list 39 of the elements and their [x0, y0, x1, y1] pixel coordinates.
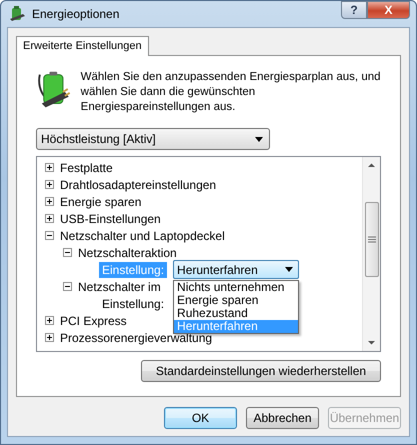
restore-defaults-button[interactable]: Standardeinstellungen wiederherstellen [141, 360, 381, 382]
plan-dropdown[interactable]: Höchstleistung [Aktiv] [36, 128, 270, 150]
dialog-button[interactable]: OK [164, 407, 237, 429]
expand-icon[interactable] [45, 163, 54, 172]
setting-label[interactable]: Einstellung: [99, 296, 168, 312]
expand-icon[interactable] [45, 180, 54, 189]
collapse-icon[interactable] [63, 248, 72, 257]
expand-icon[interactable] [45, 333, 54, 342]
tree-item[interactable]: Netzschalter und Laptopdeckel [60, 228, 225, 242]
power-plug-icon [9, 6, 26, 22]
tab[interactable]: Erweiterte Einstellungen [16, 36, 149, 56]
tree-item[interactable]: Energie sparen [60, 194, 142, 208]
scrollbar[interactable] [362, 157, 380, 351]
setting-dropdown[interactable]: Herunterfahren [173, 260, 300, 279]
window-title: Energieoptionen [32, 7, 120, 21]
tree-item[interactable]: USB-Einstellungen [60, 212, 161, 226]
tree-item[interactable]: Prozessorenergieverwaltung [60, 330, 212, 344]
battery-plug-icon [36, 70, 71, 110]
tree-item[interactable]: Drahtlosadaptereinstellungen [60, 178, 216, 192]
tree-item[interactable]: Netzschalteraktion [78, 246, 177, 260]
dropdown-option[interactable]: Energie sparen [174, 294, 298, 307]
help-button[interactable]: ? [341, 1, 367, 19]
dropdown-arrow-icon [255, 136, 263, 142]
collapse-icon[interactable] [63, 282, 72, 291]
expand-icon[interactable] [45, 197, 54, 206]
dialog-button[interactable]: Abbrechen [246, 407, 319, 429]
tree-item[interactable]: Netzschalter im [78, 280, 161, 294]
collapse-icon[interactable] [45, 231, 54, 240]
tree-item[interactable]: Festplatte [60, 160, 113, 174]
dropdown-option[interactable]: Ruhezustand [174, 307, 298, 320]
grip-icon [368, 236, 376, 243]
expand-icon[interactable] [45, 214, 54, 223]
dropdown-option[interactable]: Nichts unternehmen [174, 281, 298, 294]
close-button[interactable]: X [367, 1, 410, 19]
expand-icon[interactable] [45, 316, 54, 325]
intro-text: Wählen Sie den anzupassenden Energiesparplan aus, und wählen Sie dann die gewünschten Energiespareinstellungen aus. [80, 70, 381, 115]
dropdown-arrow-icon [285, 267, 294, 272]
scroll-thumb[interactable] [364, 202, 378, 277]
tree-item[interactable]: PCI Express [60, 314, 127, 328]
